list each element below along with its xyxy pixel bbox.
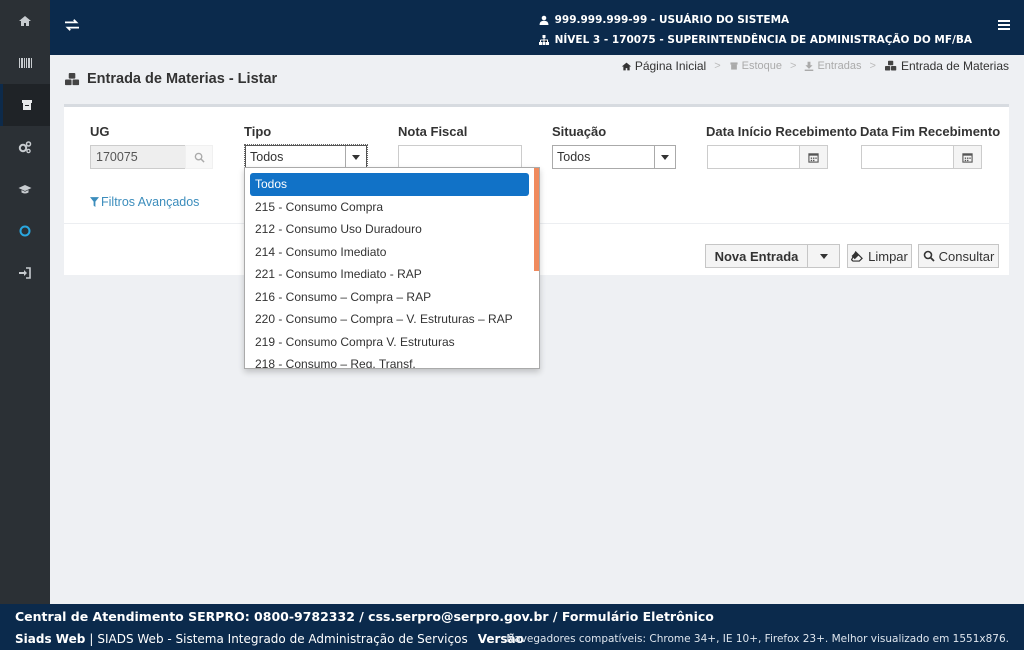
situacao-select[interactable]: Todos — [552, 145, 676, 169]
cubes-icon — [65, 72, 80, 85]
filter-icon — [90, 196, 99, 207]
footer-support-line: Central de Atendimento SERPRO: 0800-9782… — [15, 609, 714, 624]
calendar-icon — [962, 152, 973, 163]
chevron-down-icon — [345, 146, 366, 168]
sidebar-item-status[interactable] — [0, 210, 50, 252]
data-inicio-label: Data Início Recebimento — [706, 124, 857, 139]
bars-icon — [998, 20, 1010, 30]
sidebar-item-logout[interactable] — [0, 252, 50, 294]
user-info: 999.999.999-99 - USUÁRIO DO SISTEMA NÍVE… — [538, 10, 972, 50]
tipo-option[interactable]: 216 - Consumo – Compra – RAP — [250, 286, 529, 309]
breadcrumb-home[interactable]: Página Inicial — [621, 59, 706, 73]
nota-fiscal-input[interactable] — [398, 145, 522, 169]
situacao-select-value: Todos — [557, 150, 591, 164]
calendar-icon — [808, 152, 819, 163]
exchange-icon — [65, 19, 79, 31]
cogs-icon — [18, 141, 32, 154]
nota-fiscal-label: Nota Fiscal — [398, 124, 468, 139]
breadcrumb-separator: > — [869, 60, 876, 72]
user-icon — [539, 15, 549, 25]
tipo-option[interactable]: Todos — [250, 173, 529, 196]
home-icon — [621, 62, 632, 70]
breadcrumb: Página Inicial > Estoque > Entradas > En… — [621, 59, 1009, 73]
page-title: Entrada de Materias - Listar — [64, 71, 277, 87]
top-bar: 999.999.999-99 - USUÁRIO DO SISTEMA NÍVE… — [50, 0, 1024, 55]
tipo-option[interactable]: 214 - Consumo Imediato — [250, 241, 529, 264]
user-level: NÍVEL 3 - 170075 - SUPERINTENDÊNCIA DE A… — [554, 34, 972, 46]
advanced-filters-link[interactable]: Filtros Avançados — [90, 195, 199, 209]
main-menu-button[interactable] — [998, 19, 1010, 31]
archive-icon — [21, 100, 32, 110]
tipo-option[interactable]: 218 - Consumo – Reg. Transf. — [250, 353, 529, 368]
data-fim-input[interactable] — [861, 145, 954, 169]
footer-system-name: SIADS Web - Sistema Integrado de Adminis… — [97, 632, 468, 646]
sidebar-item-estoque[interactable] — [0, 84, 50, 126]
download-icon — [805, 61, 814, 71]
page-title-text: Entrada de Materias - Listar — [87, 71, 278, 87]
footer-separator: | — [89, 632, 94, 646]
sitemap-icon — [538, 35, 549, 45]
eraser-icon — [851, 250, 864, 262]
breadcrumb-current: Entrada de Materias — [884, 59, 1009, 73]
chevron-down-icon — [654, 146, 675, 168]
tipo-dropdown-list: Todos 215 - Consumo Compra 212 - Consumo… — [244, 167, 540, 369]
circle-icon — [19, 225, 31, 237]
sidebar-item-settings[interactable] — [0, 126, 50, 168]
breadcrumb-separator: > — [714, 60, 721, 72]
tipo-option[interactable]: 212 - Consumo Uso Duradouro — [250, 218, 529, 241]
data-inicio-input[interactable] — [707, 145, 800, 169]
sidebar-toggle-button[interactable] — [64, 18, 82, 34]
footer: Central de Atendimento SERPRO: 0800-9782… — [0, 604, 1024, 650]
data-fim-calendar-button[interactable] — [953, 145, 982, 169]
footer-browser-compat: Navegadores compatíveis: Chrome 34+, IE … — [506, 633, 1009, 645]
nova-entrada-button[interactable]: Nova Entrada — [705, 244, 808, 268]
nova-entrada-dropdown-button[interactable] — [807, 244, 840, 268]
sidebar-item-home[interactable] — [0, 0, 50, 42]
tipo-label: Tipo — [244, 124, 272, 139]
ug-input: 170075 — [90, 145, 188, 169]
sidebar-item-barcode[interactable] — [0, 42, 50, 84]
search-icon — [923, 250, 935, 262]
data-fim-label: Data Fim Recebimento — [860, 124, 1001, 139]
breadcrumb-separator: > — [790, 60, 797, 72]
tipo-select-value: Todos — [250, 150, 284, 164]
tipo-option[interactable]: 220 - Consumo – Compra – V. Estruturas –… — [250, 308, 529, 331]
tipo-option[interactable]: 221 - Consumo Imediato - RAP — [250, 263, 529, 286]
archive-icon — [730, 62, 738, 70]
footer-brand: Siads Web — [15, 632, 86, 646]
data-inicio-calendar-button[interactable] — [799, 145, 828, 169]
breadcrumb-estoque[interactable]: Estoque — [729, 60, 782, 72]
search-icon — [194, 152, 205, 163]
barcode-icon — [19, 58, 32, 68]
breadcrumb-entradas[interactable]: Entradas — [804, 60, 862, 72]
sidebar — [0, 0, 50, 604]
consultar-button[interactable]: Consultar — [918, 244, 999, 268]
chevron-down-icon — [819, 253, 828, 259]
tipo-option[interactable]: 215 - Consumo Compra — [250, 196, 529, 219]
home-icon — [19, 16, 31, 26]
situacao-label: Situação — [552, 124, 607, 139]
sign-in-icon — [19, 267, 31, 279]
sidebar-item-training[interactable] — [0, 168, 50, 210]
footer-system-line: Siads Web | SIADS Web - Sistema Integrad… — [15, 632, 524, 646]
tipo-option[interactable]: 219 - Consumo Compra V. Estruturas — [250, 331, 529, 354]
graduation-cap-icon — [18, 185, 32, 194]
limpar-button[interactable]: Limpar — [847, 244, 912, 268]
cubes-icon — [884, 60, 897, 71]
user-name: 999.999.999-99 - USUÁRIO DO SISTEMA — [554, 14, 790, 26]
ug-label: UG — [90, 124, 110, 139]
ug-search-button — [185, 145, 213, 169]
dropdown-scrollbar[interactable] — [534, 168, 539, 271]
tipo-select[interactable]: Todos — [244, 144, 368, 170]
